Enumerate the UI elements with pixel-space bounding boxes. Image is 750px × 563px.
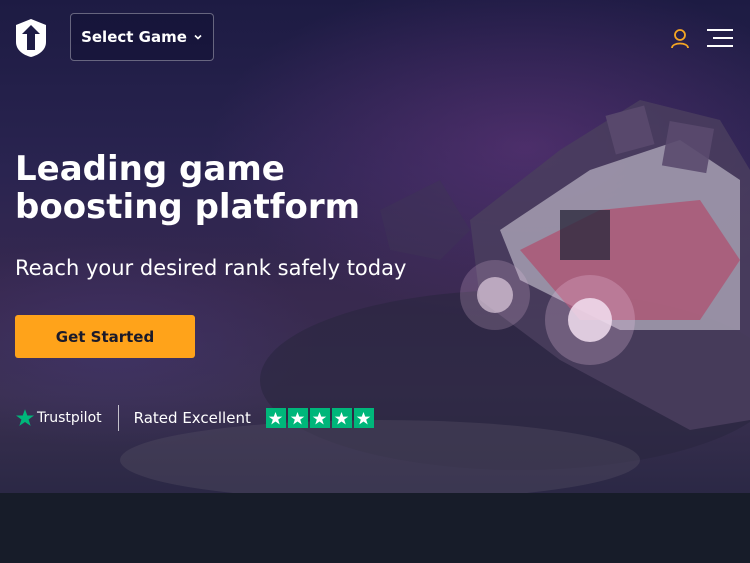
user-icon[interactable]: [669, 28, 691, 50]
divider: [117, 405, 119, 431]
hero-headline: Leading game boosting platform: [15, 149, 361, 227]
rating-stars: [265, 408, 374, 428]
star-icon: [265, 408, 286, 428]
select-game-dropdown[interactable]: Select Game: [70, 13, 214, 61]
hero-subheadline: Reach your desired rank safely today: [15, 256, 407, 280]
trustpilot-star-icon: [16, 409, 34, 426]
trustpilot-logo: Trustpilot: [15, 408, 102, 428]
star-icon: [309, 408, 330, 428]
select-game-label: Select Game: [81, 28, 187, 46]
hamburger-menu-icon[interactable]: [707, 28, 733, 48]
star-icon: [287, 408, 308, 428]
star-icon: [353, 408, 374, 428]
chevron-down-icon: [194, 34, 202, 40]
trustpilot-rating[interactable]: Trustpilot Rated Excellent: [15, 403, 374, 433]
page-footer-band: [0, 493, 750, 563]
shield-arrow-logo[interactable]: [14, 18, 48, 58]
get-started-button[interactable]: Get Started: [15, 315, 195, 358]
rating-text: Rated Excellent: [133, 409, 251, 427]
star-icon: [331, 408, 352, 428]
trustpilot-brand: Trustpilot: [37, 410, 102, 426]
